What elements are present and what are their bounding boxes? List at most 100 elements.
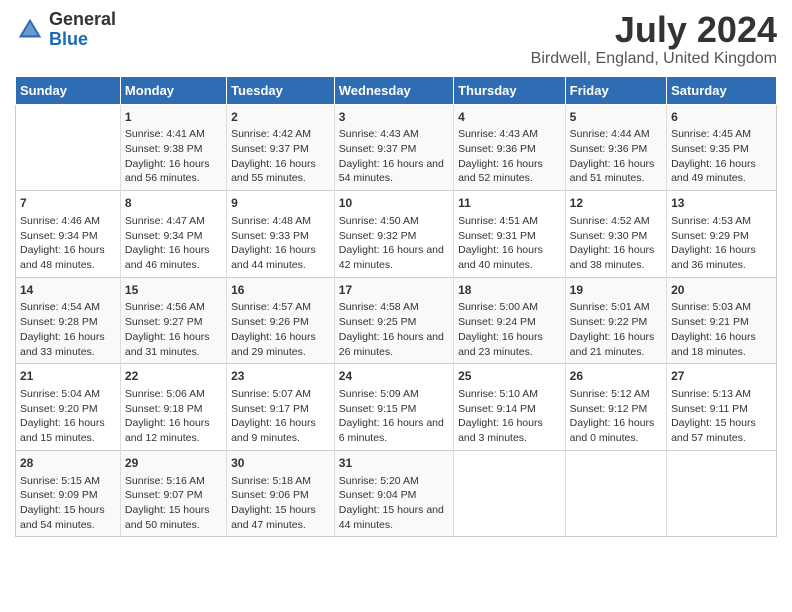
day-cell: 27 Sunrise: 5:13 AMSunset: 9:11 PMDayligh… [667,364,777,451]
day-cell: 20Sunrise: 5:03 AMSunset: 9:21 PMDayligh… [667,277,777,364]
day-info: Sunrise: 4:51 AMSunset: 9:31 PMDaylight:… [458,214,561,273]
day-number: 26 [570,368,662,385]
day-cell: 12 Sunrise: 4:52 AMSunset: 9:30 PMDayligh… [565,191,666,278]
day-cell: 10 Sunrise: 4:50 AMSunset: 9:32 PMDayligh… [334,191,453,278]
day-number: 29 [125,455,222,472]
day-cell: 22Sunrise: 5:06 AMSunset: 9:18 PMDayligh… [120,364,226,451]
day-number: 14 [20,282,116,299]
day-info: Sunrise: 4:57 AMSunset: 9:26 PMDaylight:… [231,300,330,359]
day-number: 17 [339,282,449,299]
day-cell: 15Sunrise: 4:56 AMSunset: 9:27 PMDayligh… [120,277,226,364]
day-info: Sunrise: 4:47 AMSunset: 9:34 PMDaylight:… [125,214,222,273]
day-cell: 16Sunrise: 4:57 AMSunset: 9:26 PMDayligh… [227,277,335,364]
month-title: July 2024 [531,10,777,50]
day-number: 11 [458,195,561,212]
day-info: Sunrise: 4:41 AMSunset: 9:38 PMDaylight:… [125,127,222,186]
day-number: 1 [125,109,222,126]
day-info: Sunrise: 5:03 AMSunset: 9:21 PMDaylight:… [671,300,772,359]
day-cell: 1Sunrise: 4:41 AMSunset: 9:38 PMDaylight… [120,104,226,191]
day-cell [16,104,121,191]
day-cell: 21 Sunrise: 5:04 AMSunset: 9:20 PMDayligh… [16,364,121,451]
header-row: SundayMondayTuesdayWednesdayThursdayFrid… [16,76,777,104]
day-number: 25 [458,368,561,385]
day-cell: 23Sunrise: 5:07 AMSunset: 9:17 PMDayligh… [227,364,335,451]
day-cell: 19Sunrise: 5:01 AMSunset: 9:22 PMDayligh… [565,277,666,364]
day-cell: 2Sunrise: 4:42 AMSunset: 9:37 PMDaylight… [227,104,335,191]
day-number: 10 [339,195,449,212]
day-number: 5 [570,109,662,126]
day-cell: 26Sunrise: 5:12 AMSunset: 9:12 PMDayligh… [565,364,666,451]
day-info: Sunrise: 4:58 AMSunset: 9:25 PMDaylight:… [339,300,449,359]
day-number: 20 [671,282,772,299]
col-header-tuesday: Tuesday [227,76,335,104]
col-header-sunday: Sunday [16,76,121,104]
col-header-saturday: Saturday [667,76,777,104]
day-info: Sunrise: 4:45 AMSunset: 9:35 PMDaylight:… [671,127,772,186]
day-info: Sunrise: 4:53 AMSunset: 9:29 PMDaylight:… [671,214,772,273]
week-row-4: 21 Sunrise: 5:04 AMSunset: 9:20 PMDayligh… [16,364,777,451]
day-cell: 18Sunrise: 5:00 AMSunset: 9:24 PMDayligh… [454,277,566,364]
day-info: Sunrise: 4:46 AMSunset: 9:34 PMDaylight:… [20,214,116,273]
day-info: Sunrise: 5:01 AMSunset: 9:22 PMDaylight:… [570,300,662,359]
day-info: Sunrise: 5:18 AMSunset: 9:06 PMDaylight:… [231,474,330,533]
day-number: 31 [339,455,449,472]
day-info: Sunrise: 4:42 AMSunset: 9:37 PMDaylight:… [231,127,330,186]
day-number: 13 [671,195,772,212]
day-number: 12 [570,195,662,212]
day-cell: 6Sunrise: 4:45 AMSunset: 9:35 PMDaylight… [667,104,777,191]
calendar-table: SundayMondayTuesdayWednesdayThursdayFrid… [15,76,777,538]
col-header-thursday: Thursday [454,76,566,104]
day-cell: 3Sunrise: 4:43 AMSunset: 9:37 PMDaylight… [334,104,453,191]
day-cell: 4Sunrise: 4:43 AMSunset: 9:36 PMDaylight… [454,104,566,191]
col-header-friday: Friday [565,76,666,104]
day-number: 15 [125,282,222,299]
day-cell: 5Sunrise: 4:44 AMSunset: 9:36 PMDaylight… [565,104,666,191]
week-row-5: 28Sunrise: 5:15 AMSunset: 9:09 PMDayligh… [16,450,777,537]
title-area: July 2024 Birdwell, England, United King… [531,10,777,68]
day-number: 27 [671,368,772,385]
week-row-3: 14Sunrise: 4:54 AMSunset: 9:28 PMDayligh… [16,277,777,364]
day-number: 30 [231,455,330,472]
day-cell: 13 Sunrise: 4:53 AMSunset: 9:29 PMDayligh… [667,191,777,278]
day-info: Sunrise: 5:04 AMSunset: 9:20 PMDaylight:… [20,387,116,446]
week-row-1: 1Sunrise: 4:41 AMSunset: 9:38 PMDaylight… [16,104,777,191]
day-cell: 25 Sunrise: 5:10 AMSunset: 9:14 PMDayligh… [454,364,566,451]
day-cell: 24Sunrise: 5:09 AMSunset: 9:15 PMDayligh… [334,364,453,451]
logo-text: General Blue [49,10,116,50]
day-info: Sunrise: 4:48 AMSunset: 9:33 PMDaylight:… [231,214,330,273]
day-info: Sunrise: 4:44 AMSunset: 9:36 PMDaylight:… [570,127,662,186]
day-number: 28 [20,455,116,472]
day-info: Sunrise: 4:43 AMSunset: 9:37 PMDaylight:… [339,127,449,186]
day-number: 3 [339,109,449,126]
day-info: Sunrise: 5:00 AMSunset: 9:24 PMDaylight:… [458,300,561,359]
day-info: Sunrise: 5:20 AMSunset: 9:04 PMDaylight:… [339,474,449,533]
page-header: General Blue July 2024 Birdwell, England… [15,10,777,68]
day-info: Sunrise: 5:07 AMSunset: 9:17 PMDaylight:… [231,387,330,446]
day-cell: 30 Sunrise: 5:18 AMSunset: 9:06 PMDayligh… [227,450,335,537]
day-info: Sunrise: 4:43 AMSunset: 9:36 PMDaylight:… [458,127,561,186]
day-number: 7 [20,195,116,212]
day-number: 16 [231,282,330,299]
day-cell: 8Sunrise: 4:47 AMSunset: 9:34 PMDaylight… [120,191,226,278]
day-cell [565,450,666,537]
day-number: 2 [231,109,330,126]
day-cell [454,450,566,537]
day-number: 24 [339,368,449,385]
logo-icon [15,15,45,45]
day-info: Sunrise: 5:06 AMSunset: 9:18 PMDaylight:… [125,387,222,446]
day-info: Sunrise: 5:13 AMSunset: 9:11 PMDaylight:… [671,387,772,446]
day-info: Sunrise: 5:10 AMSunset: 9:14 PMDaylight:… [458,387,561,446]
day-cell: 28Sunrise: 5:15 AMSunset: 9:09 PMDayligh… [16,450,121,537]
day-cell: 9 Sunrise: 4:48 AMSunset: 9:33 PMDaylight… [227,191,335,278]
day-info: Sunrise: 4:56 AMSunset: 9:27 PMDaylight:… [125,300,222,359]
day-cell [667,450,777,537]
day-number: 21 [20,368,116,385]
location: Birdwell, England, United Kingdom [531,50,777,68]
day-number: 9 [231,195,330,212]
day-number: 4 [458,109,561,126]
day-cell: 31 Sunrise: 5:20 AMSunset: 9:04 PMDayligh… [334,450,453,537]
day-number: 19 [570,282,662,299]
day-info: Sunrise: 4:52 AMSunset: 9:30 PMDaylight:… [570,214,662,273]
day-cell: 29Sunrise: 5:16 AMSunset: 9:07 PMDayligh… [120,450,226,537]
day-info: Sunrise: 4:50 AMSunset: 9:32 PMDaylight:… [339,214,449,273]
